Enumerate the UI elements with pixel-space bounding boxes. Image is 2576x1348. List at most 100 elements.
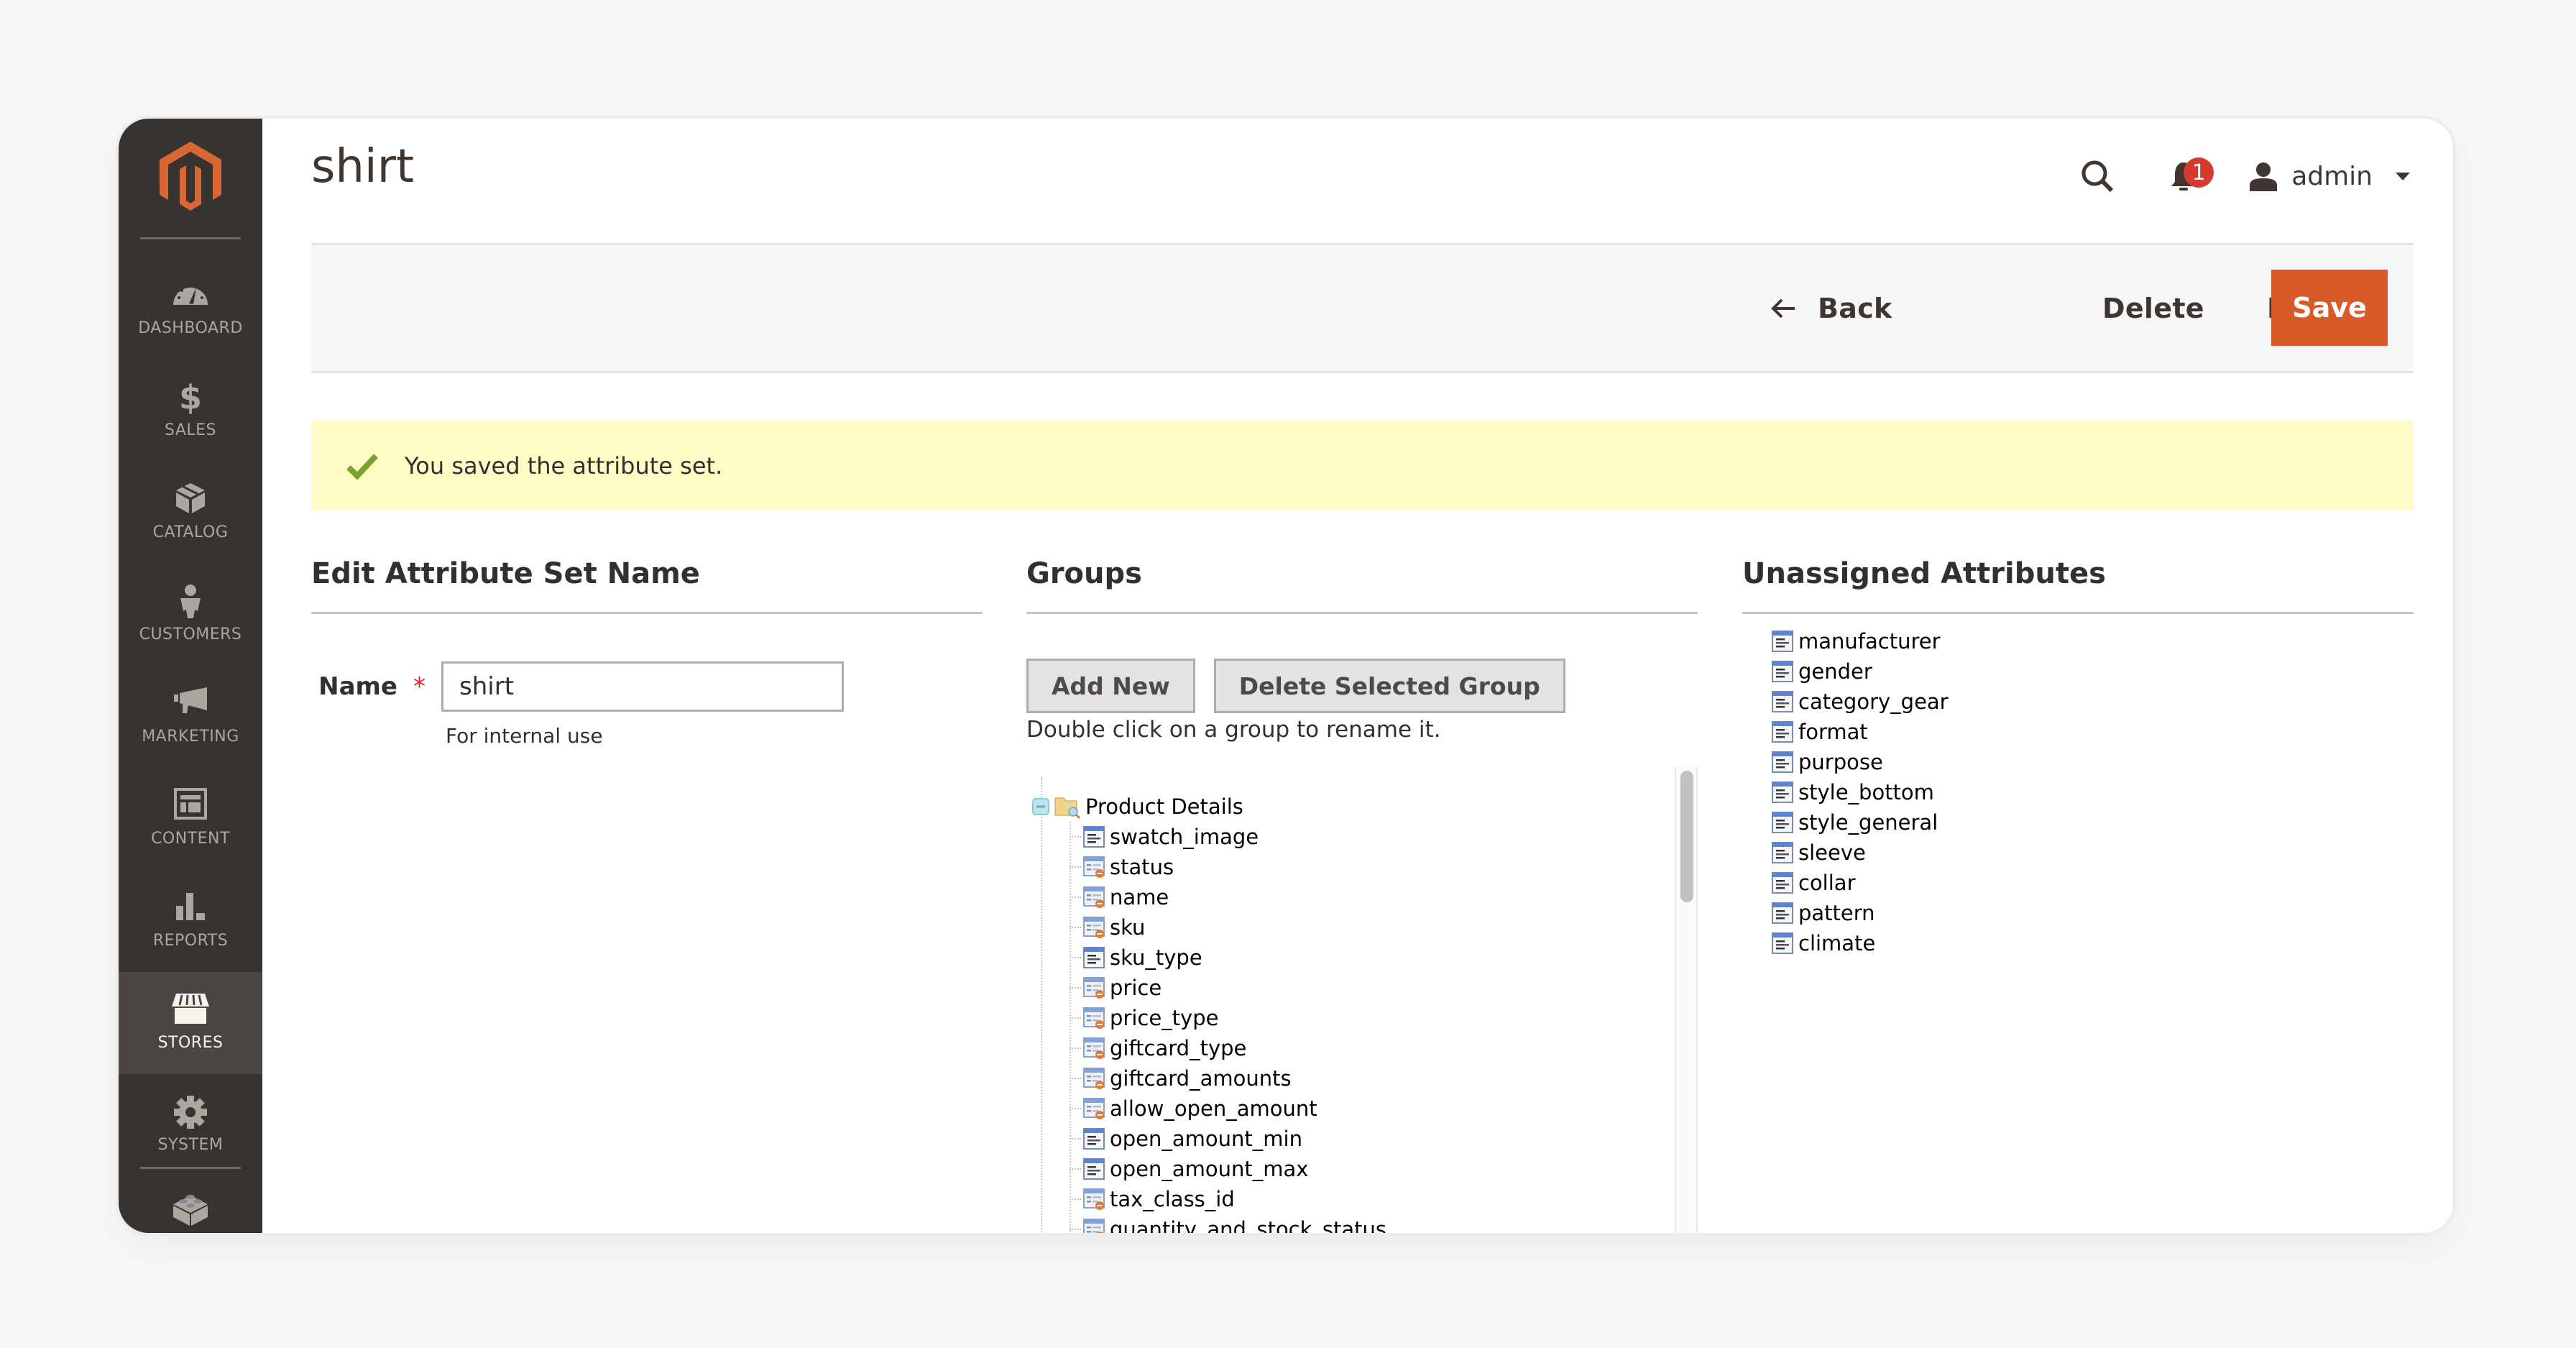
collapse-toggle-icon[interactable] [1031, 797, 1051, 817]
arrow-left-icon [1771, 298, 1795, 318]
system-attribute-icon [1083, 1037, 1105, 1059]
sidebar-item-label: CUSTOMERS [139, 625, 242, 643]
sidebar-divider [140, 237, 241, 239]
system-attribute-icon [1083, 886, 1105, 908]
unassigned-section: Unassigned Attributes manufacturer gender… [1742, 557, 2414, 955]
sidebar-item-find-partners[interactable]: FIND PARTNERS [119, 1175, 262, 1233]
attribute-icon [1772, 812, 1793, 833]
sidebar-divider [140, 1167, 241, 1169]
tree-group-node[interactable]: Product Details [1031, 792, 1243, 822]
sidebar-item-label: SYSTEM [157, 1136, 224, 1154]
user-menu[interactable]: admin [2248, 161, 2410, 191]
attribute-icon [1772, 721, 1793, 743]
tree-attribute-node[interactable]: giftcard_amounts [1070, 1063, 1292, 1093]
back-button[interactable]: Back [1770, 245, 1892, 371]
unassigned-attribute-item[interactable]: pattern [1771, 898, 1949, 928]
tree-scrollbar-thumb[interactable] [1680, 771, 1693, 902]
tree-attribute-node[interactable]: price_type [1070, 1003, 1218, 1033]
tree-attribute-node[interactable]: allow_open_amount [1070, 1093, 1317, 1124]
attribute-set-name-input[interactable] [441, 661, 844, 712]
tree-attribute-node[interactable]: price [1070, 973, 1162, 1003]
section-divider [311, 612, 983, 614]
system-attribute-icon [1083, 917, 1105, 938]
megaphone-icon [174, 687, 207, 713]
tree-attribute-node[interactable]: sku [1070, 912, 1145, 943]
delete-selected-group-button[interactable]: Delete Selected Group [1213, 659, 1565, 713]
sidebar-item-label: CATALOG [152, 523, 229, 541]
name-label: Name [318, 672, 397, 701]
lego-brick-icon [173, 1195, 208, 1226]
tree-attribute-node[interactable]: giftcard_type [1070, 1033, 1246, 1063]
header-actions: 1 admin [2076, 140, 2410, 212]
tree-attribute-node[interactable]: open_amount_max [1070, 1154, 1308, 1184]
storefront-icon [172, 994, 209, 1024]
attribute-label: allow_open_amount [1110, 1096, 1317, 1121]
attribute-label: tax_class_id [1110, 1187, 1235, 1211]
sidebar-item-content[interactable]: CONTENT [119, 768, 262, 870]
sidebar: DASHBOARD $ SALES CATALOG CUSTOMERS MARK… [119, 119, 262, 1233]
attribute-label: pattern [1798, 901, 1875, 925]
attribute-icon [1772, 751, 1793, 773]
sidebar-item-marketing[interactable]: MARKETING [119, 666, 262, 768]
tree-attribute-node[interactable]: open_amount_min [1070, 1124, 1302, 1154]
gear-icon [174, 1096, 207, 1129]
attribute-label: status [1110, 855, 1174, 879]
save-button[interactable]: Save [2271, 270, 2388, 346]
tree-branch-line [1070, 866, 1081, 868]
unassigned-attribute-item[interactable]: format [1771, 717, 1949, 747]
sidebar-item-stores[interactable]: STORES [119, 972, 262, 1074]
tree-attribute-node[interactable]: quantity_and_stock_status [1070, 1214, 1386, 1233]
attribute-icon [1083, 947, 1105, 968]
required-marker: * [413, 672, 426, 701]
tree-branch-line [1070, 1198, 1081, 1200]
back-label: Back [1818, 292, 1892, 324]
sidebar-item-catalog[interactable]: CATALOG [119, 462, 262, 564]
sidebar-item-customers[interactable]: CUSTOMERS [119, 564, 262, 666]
attribute-icon [1083, 1128, 1105, 1150]
unassigned-attribute-item[interactable]: climate [1771, 928, 1949, 958]
attribute-icon [1772, 661, 1793, 682]
unassigned-attribute-item[interactable]: collar [1771, 868, 1949, 898]
tree-attribute-node[interactable]: swatch_image [1070, 822, 1259, 852]
attribute-label: price [1110, 976, 1162, 1000]
sidebar-item-system[interactable]: SYSTEM [119, 1074, 262, 1176]
groups-tree: Product Details swatch_image status name sk… [1026, 763, 1698, 1233]
unassigned-attribute-item[interactable]: category_gear [1771, 687, 1949, 717]
global-search-button[interactable] [2076, 155, 2119, 198]
sidebar-item-dashboard[interactable]: DASHBOARD [119, 257, 262, 359]
groups-section: Groups Add New Delete Selected Group Dou… [1026, 557, 1698, 1233]
attribute-label: swatch_image [1110, 825, 1259, 849]
unassigned-attribute-item[interactable]: manufacturer [1771, 626, 1949, 656]
sidebar-item-sales[interactable]: $ SALES [119, 359, 262, 462]
tree-branch-line [1070, 897, 1081, 898]
sidebar-item-label: CONTENT [151, 830, 230, 848]
unassigned-attribute-item[interactable]: purpose [1771, 747, 1949, 777]
unassigned-attributes-list: manufacturer gender category_gearformat pur… [1771, 626, 1949, 958]
tree-attribute-node[interactable]: name [1070, 882, 1169, 912]
add-new-group-button[interactable]: Add New [1026, 659, 1195, 713]
delete-button[interactable]: Delete [2102, 245, 2204, 371]
notifications-button[interactable]: 1 [2162, 155, 2214, 198]
tree-branch-line [1070, 1229, 1081, 1230]
unassigned-attribute-item[interactable]: gender [1771, 656, 1949, 687]
unassigned-attribute-item[interactable]: style_general [1771, 807, 1949, 838]
tree-attribute-node[interactable]: sku_type [1070, 943, 1202, 973]
sidebar-item-reports[interactable]: REPORTS [119, 870, 262, 972]
folder-icon [1054, 797, 1081, 820]
success-message: You saved the attribute set. [311, 421, 2414, 510]
system-attribute-icon [1083, 1007, 1105, 1029]
magento-logo[interactable] [158, 140, 223, 212]
tree-branch-line [1070, 836, 1081, 838]
sidebar-item-label: STORES [157, 1034, 224, 1052]
attribute-icon [1772, 872, 1793, 894]
tree-scrollbar[interactable] [1675, 767, 1698, 1233]
attribute-label: format [1798, 720, 1868, 744]
system-attribute-icon [1083, 856, 1105, 878]
section-divider [1742, 612, 2414, 614]
unassigned-attribute-item[interactable]: style_bottom [1771, 777, 1949, 807]
search-icon [2082, 160, 2114, 193]
dollar-icon: $ [178, 378, 202, 417]
unassigned-attribute-item[interactable]: sleeve [1771, 838, 1949, 868]
tree-attribute-node[interactable]: tax_class_id [1070, 1184, 1235, 1214]
tree-attribute-node[interactable]: status [1070, 852, 1174, 882]
